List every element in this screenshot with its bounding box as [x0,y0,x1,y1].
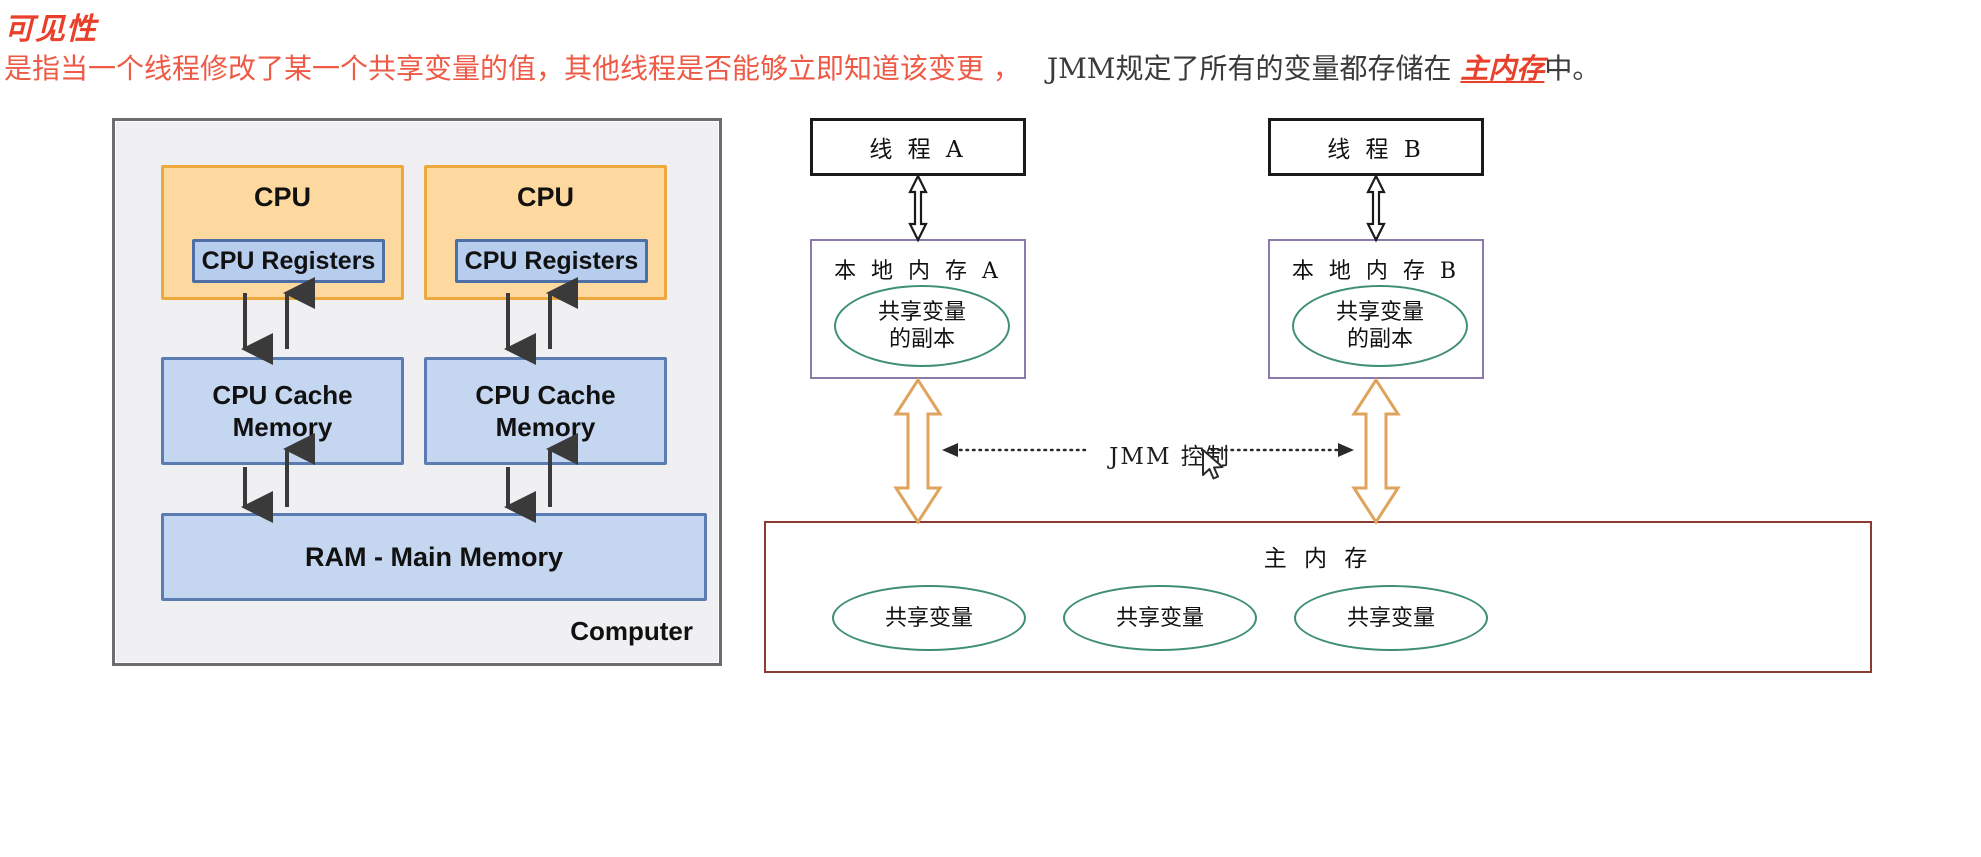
shared-variable-copy-ellipse-a: 共享变量 的副本 [834,285,1010,367]
computer-label: Computer [570,616,693,646]
jmm-memory-model-diagram: 线 程 A 线 程 B 本 地 内 存 A 共享变量 的副本 本 地 内 存 B… [760,100,1975,857]
local-memory-box-b: 本 地 内 存 B 共享变量 的副本 [1268,239,1484,379]
paragraph-part-2: JMM规定了所有的变量都存储在 [1046,52,1461,85]
local-memory-box-a: 本 地 内 存 A 共享变量 的副本 [810,239,1026,379]
main-memory-title: 主 内 存 [1263,546,1373,572]
ram-main-memory-box: RAM - Main Memory [161,513,707,601]
shared-variable-copy-ellipse-b: 共享变量 的副本 [1292,285,1468,367]
computer-outer-box: CPU CPU Registers CPU CPU Registers CPU … [112,118,722,666]
jmm-diagram-arrows [893,173,1401,525]
copy-line1-b: 共享变量 [1335,300,1424,325]
copy-line2-a: 的副本 [888,327,955,352]
cpu-cache-box-1: CPU Cache Memory [161,357,404,465]
cpu-box-2: CPU CPU Registers [424,165,667,300]
copy-line1-a: 共享变量 [877,300,966,325]
local-memory-title-a: 本 地 内 存 A [834,259,1002,284]
paragraph-emphasis: 主内存 [1460,52,1545,85]
cpu-registers-box-1: CPU Registers [192,239,385,283]
shared-variable-ellipse-2: 共享变量 [1063,585,1257,651]
jmm-control-label: JMM 控制 [1109,444,1231,470]
cpu-registers-box-2: CPU Registers [455,239,648,283]
cpu-title-2: CPU [516,182,574,212]
cache-label-line1-2: CPU Cache [475,380,616,410]
copy-line2-b: 的副本 [1346,327,1413,352]
page-title: 可见性 [4,12,97,47]
paragraph-part-3: 中。 [1544,52,1601,85]
description-paragraph: 是指当一个线程修改了某一个共享变量的值，其他线程是否能够立即知道该变更 ， JMM… [4,52,1964,86]
cpu-box-1: CPU CPU Registers [161,165,404,300]
cache-label-line2-2: Memory [495,412,596,442]
main-memory-box: 主 内 存 共享变量 共享变量 共享变量 [764,521,1872,673]
shared-variable-ellipse-3: 共享变量 [1294,585,1488,651]
thread-box-a: 线 程 A [810,118,1026,176]
shared-variable-ellipse-1: 共享变量 [832,585,1026,651]
cache-label-line1-1: CPU Cache [212,380,353,410]
cpu-cache-box-2: CPU Cache Memory [424,357,667,465]
local-memory-title-b: 本 地 内 存 B [1291,259,1461,284]
paragraph-part-1: 是指当一个线程修改了某一个共享变量的值，其他线程是否能够立即知道该变更 ， [4,52,1021,85]
computer-memory-diagram: CPU CPU Registers CPU CPU Registers CPU … [96,110,738,670]
thread-box-b: 线 程 B [1268,118,1484,176]
cpu-title-1: CPU [253,182,311,212]
cache-label-line2-1: Memory [232,412,333,442]
